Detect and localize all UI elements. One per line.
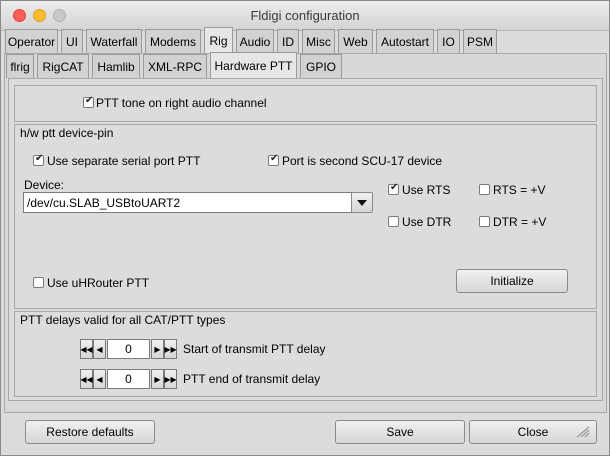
- initialize-button-label: Initialize: [490, 274, 534, 288]
- window-title: Fldigi configuration: [250, 8, 360, 23]
- chevron-down-icon: [357, 199, 367, 206]
- tab-io[interactable]: IO: [437, 29, 460, 53]
- end-delay-spinner: ◀◀ ◀ 0 ▶ ▶▶: [80, 369, 180, 389]
- title-bar: Fldigi configuration: [1, 1, 609, 31]
- tab-rig[interactable]: Rig: [204, 27, 233, 54]
- start-delay-label: Start of transmit PTT delay: [183, 342, 326, 356]
- end-delay-label: PTT end of transmit delay: [183, 372, 321, 386]
- end-delay-value: 0: [125, 372, 132, 386]
- tab-rigcat[interactable]: RigCAT: [37, 54, 89, 78]
- tab-misc[interactable]: Misc: [302, 29, 335, 53]
- tab-label: Hamlib: [97, 59, 135, 74]
- resize-grip-icon[interactable]: [575, 425, 591, 439]
- device-label: Device:: [24, 178, 65, 192]
- increment-icon[interactable]: ▶: [151, 339, 164, 359]
- decrement-icon[interactable]: ◀: [93, 339, 106, 359]
- restore-defaults-label: Restore defaults: [46, 425, 134, 439]
- tab-autostart[interactable]: Autostart: [376, 29, 434, 53]
- tab-label: Rig: [209, 34, 228, 48]
- decrement-icon[interactable]: ◀: [93, 369, 106, 389]
- start-delay-spinner: ◀◀ ◀ 0 ▶ ▶▶: [80, 339, 180, 359]
- tab-gpio[interactable]: GPIO: [300, 54, 342, 78]
- ptt-tone-label: PTT tone on right audio channel: [96, 96, 267, 110]
- hw-ptt-group-title: h/w ptt device-pin: [20, 126, 114, 140]
- tab-label: Hardware PTT: [214, 59, 293, 73]
- use-rts-label: Use RTS: [402, 183, 451, 197]
- initialize-button[interactable]: Initialize: [456, 269, 568, 293]
- tab-label: flrig: [10, 59, 30, 74]
- tab-label: Autostart: [380, 34, 430, 49]
- tab-label: Operator: [7, 34, 56, 49]
- separate-serial-label: Use separate serial port PTT: [47, 154, 201, 168]
- fast-increment-icon[interactable]: ▶▶: [164, 369, 177, 389]
- fast-decrement-icon[interactable]: ◀◀: [80, 339, 93, 359]
- increment-icon[interactable]: ▶: [151, 369, 164, 389]
- tab-ui[interactable]: UI: [61, 29, 83, 53]
- second-scu-checkbox[interactable]: [268, 153, 279, 166]
- tab-label: Misc: [306, 34, 331, 49]
- device-input-value: /dev/cu.SLAB_USBtoUART2: [27, 195, 181, 210]
- rts-plus-v-label: RTS = +V: [493, 183, 546, 197]
- tab-label: Web: [343, 34, 368, 49]
- tab-label: PSM: [466, 34, 493, 49]
- uhrouter-label: Use uHRouter PTT: [47, 276, 150, 290]
- tab-label: IO: [442, 34, 455, 49]
- tab-hamlib[interactable]: Hamlib: [92, 54, 140, 78]
- start-delay-input[interactable]: 0: [107, 339, 150, 359]
- tab-audio[interactable]: Audio: [236, 29, 274, 53]
- save-label: Save: [386, 425, 414, 439]
- tab-modems[interactable]: Modems: [145, 29, 201, 53]
- ptt-delays-group-title: PTT delays valid for all CAT/PTT types: [20, 313, 226, 327]
- tab-web[interactable]: Web: [338, 29, 373, 53]
- tab-label: UI: [66, 34, 78, 49]
- second-scu-label: Port is second SCU-17 device: [282, 154, 443, 168]
- tab-label: XML-RPC: [147, 59, 202, 74]
- tab-label: Modems: [149, 34, 196, 49]
- ptt-tone-checkbox[interactable]: [83, 95, 94, 108]
- tab-id[interactable]: ID: [277, 29, 299, 53]
- tab-label: ID: [282, 34, 294, 49]
- device-dropdown-button[interactable]: [351, 192, 373, 213]
- tab-label: Waterfall: [90, 34, 138, 49]
- use-rts-checkbox[interactable]: [388, 182, 399, 195]
- device-input[interactable]: /dev/cu.SLAB_USBtoUART2: [23, 192, 352, 213]
- separate-serial-checkbox[interactable]: [33, 153, 44, 166]
- dtr-plus-v-checkbox[interactable]: [479, 216, 490, 227]
- tab-flrig[interactable]: flrig: [6, 54, 34, 78]
- restore-defaults-button[interactable]: Restore defaults: [25, 420, 155, 444]
- tab-xml-rpc[interactable]: XML-RPC: [143, 54, 207, 78]
- tab-label: RigCAT: [42, 59, 84, 74]
- tab-operator[interactable]: Operator: [5, 29, 58, 53]
- start-delay-value: 0: [125, 342, 132, 356]
- use-dtr-checkbox[interactable]: [388, 216, 399, 227]
- tab-label: GPIO: [305, 59, 336, 74]
- close-label: Close: [517, 425, 549, 439]
- fast-increment-icon[interactable]: ▶▶: [164, 339, 177, 359]
- tab-label: Audio: [239, 34, 271, 49]
- tab-hardware-ptt[interactable]: Hardware PTT: [210, 52, 297, 79]
- use-dtr-label: Use DTR: [402, 215, 452, 229]
- dtr-plus-v-label: DTR = +V: [493, 215, 547, 229]
- fast-decrement-icon[interactable]: ◀◀: [80, 369, 93, 389]
- tab-psm[interactable]: PSM: [463, 29, 497, 53]
- uhrouter-checkbox[interactable]: [33, 277, 44, 288]
- tab-waterfall[interactable]: Waterfall: [86, 29, 142, 53]
- config-window: Fldigi configuration Operator UI Waterfa…: [0, 0, 610, 456]
- save-button[interactable]: Save: [335, 420, 465, 444]
- end-delay-input[interactable]: 0: [107, 369, 150, 389]
- rts-plus-v-checkbox[interactable]: [479, 184, 490, 195]
